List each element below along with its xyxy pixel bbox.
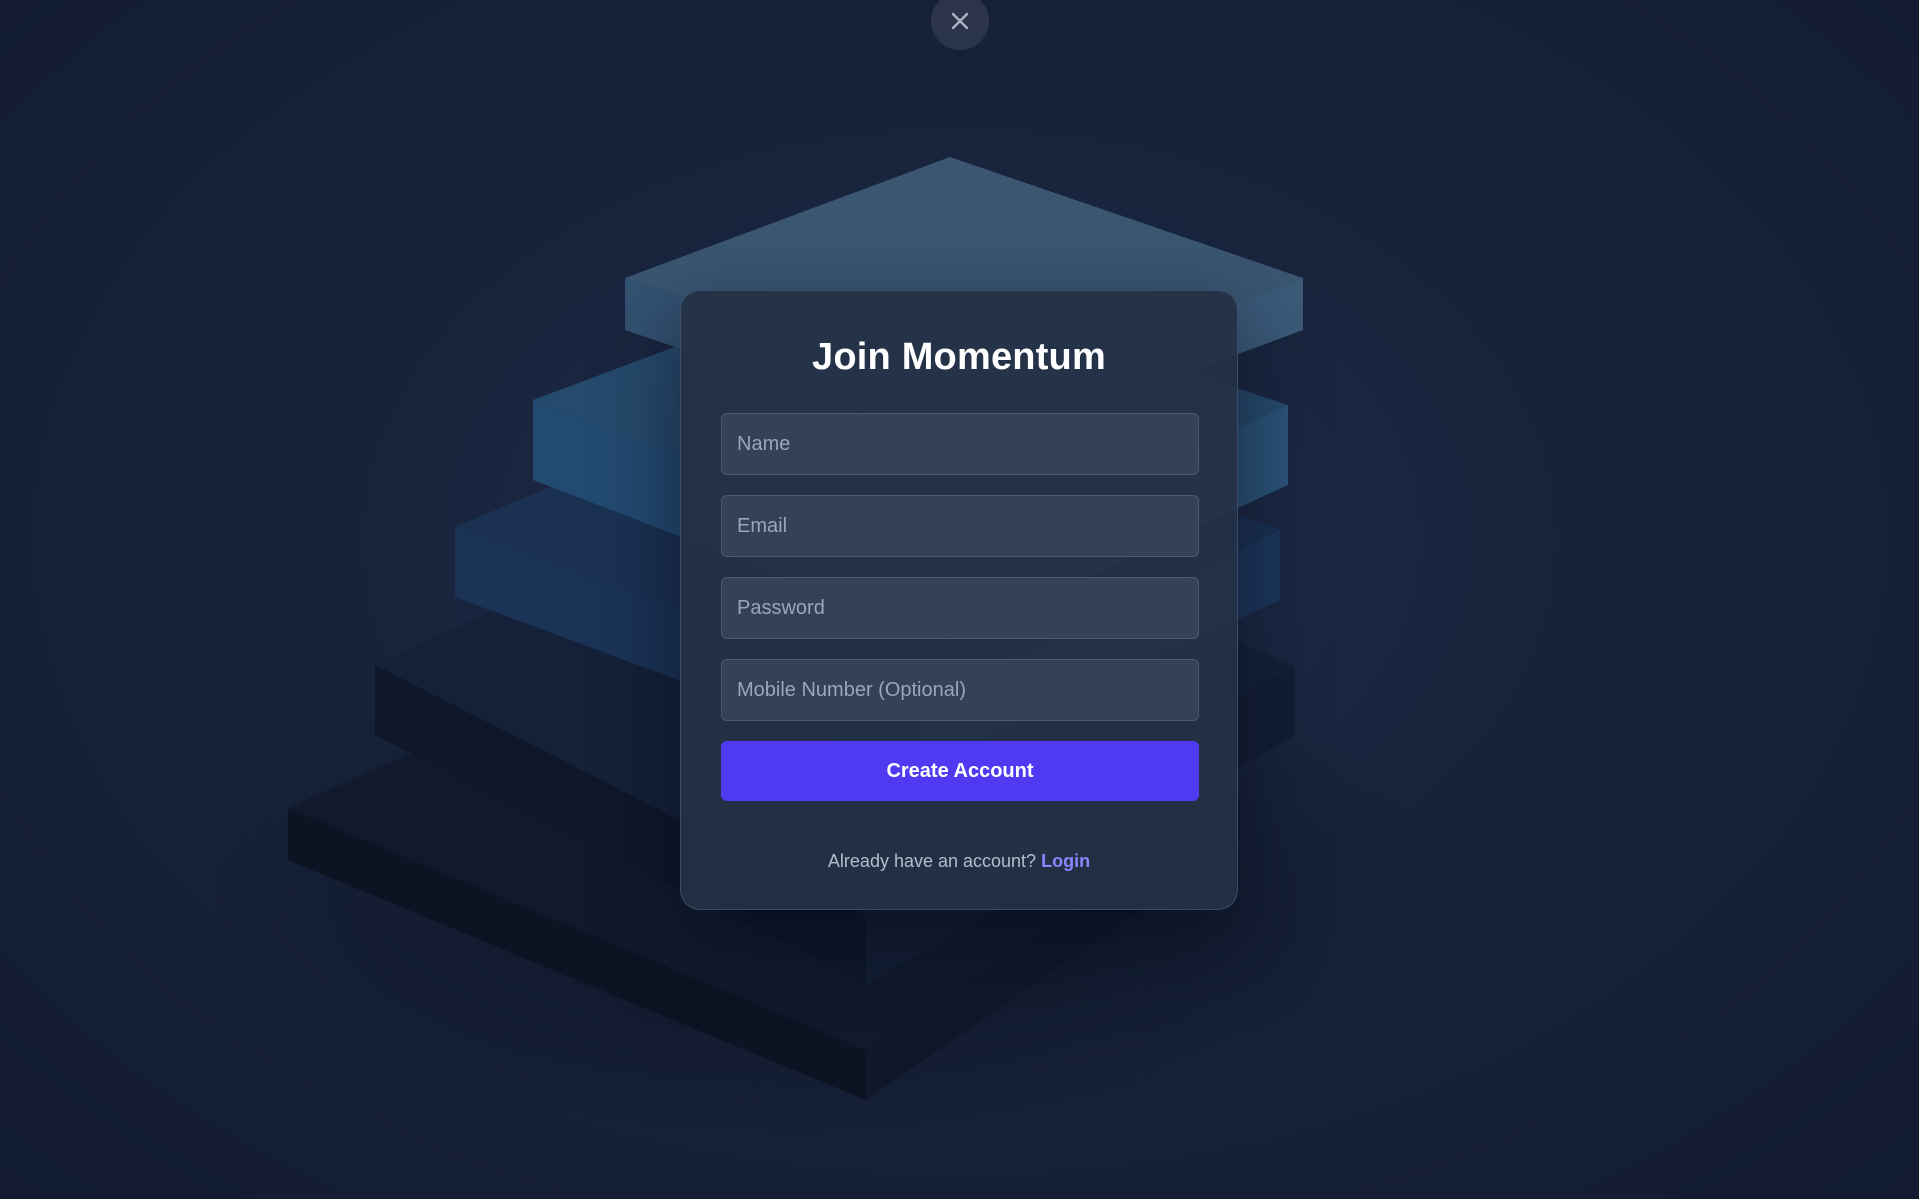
name-field[interactable] <box>721 413 1199 475</box>
login-link[interactable]: Login <box>1041 851 1090 871</box>
create-account-button[interactable]: Create Account <box>721 741 1199 801</box>
close-button[interactable] <box>931 0 989 50</box>
mobile-number-field[interactable] <box>721 659 1199 721</box>
login-prompt-text: Already have an account? <box>827 851 1037 871</box>
close-icon <box>950 11 970 31</box>
login-prompt: Already have an account? Login <box>721 851 1197 872</box>
password-field[interactable] <box>721 577 1199 639</box>
signup-card: Join Momentum Create Account Already hav… <box>680 290 1238 910</box>
page-title: Join Momentum <box>812 336 1106 378</box>
email-field[interactable] <box>721 495 1199 557</box>
